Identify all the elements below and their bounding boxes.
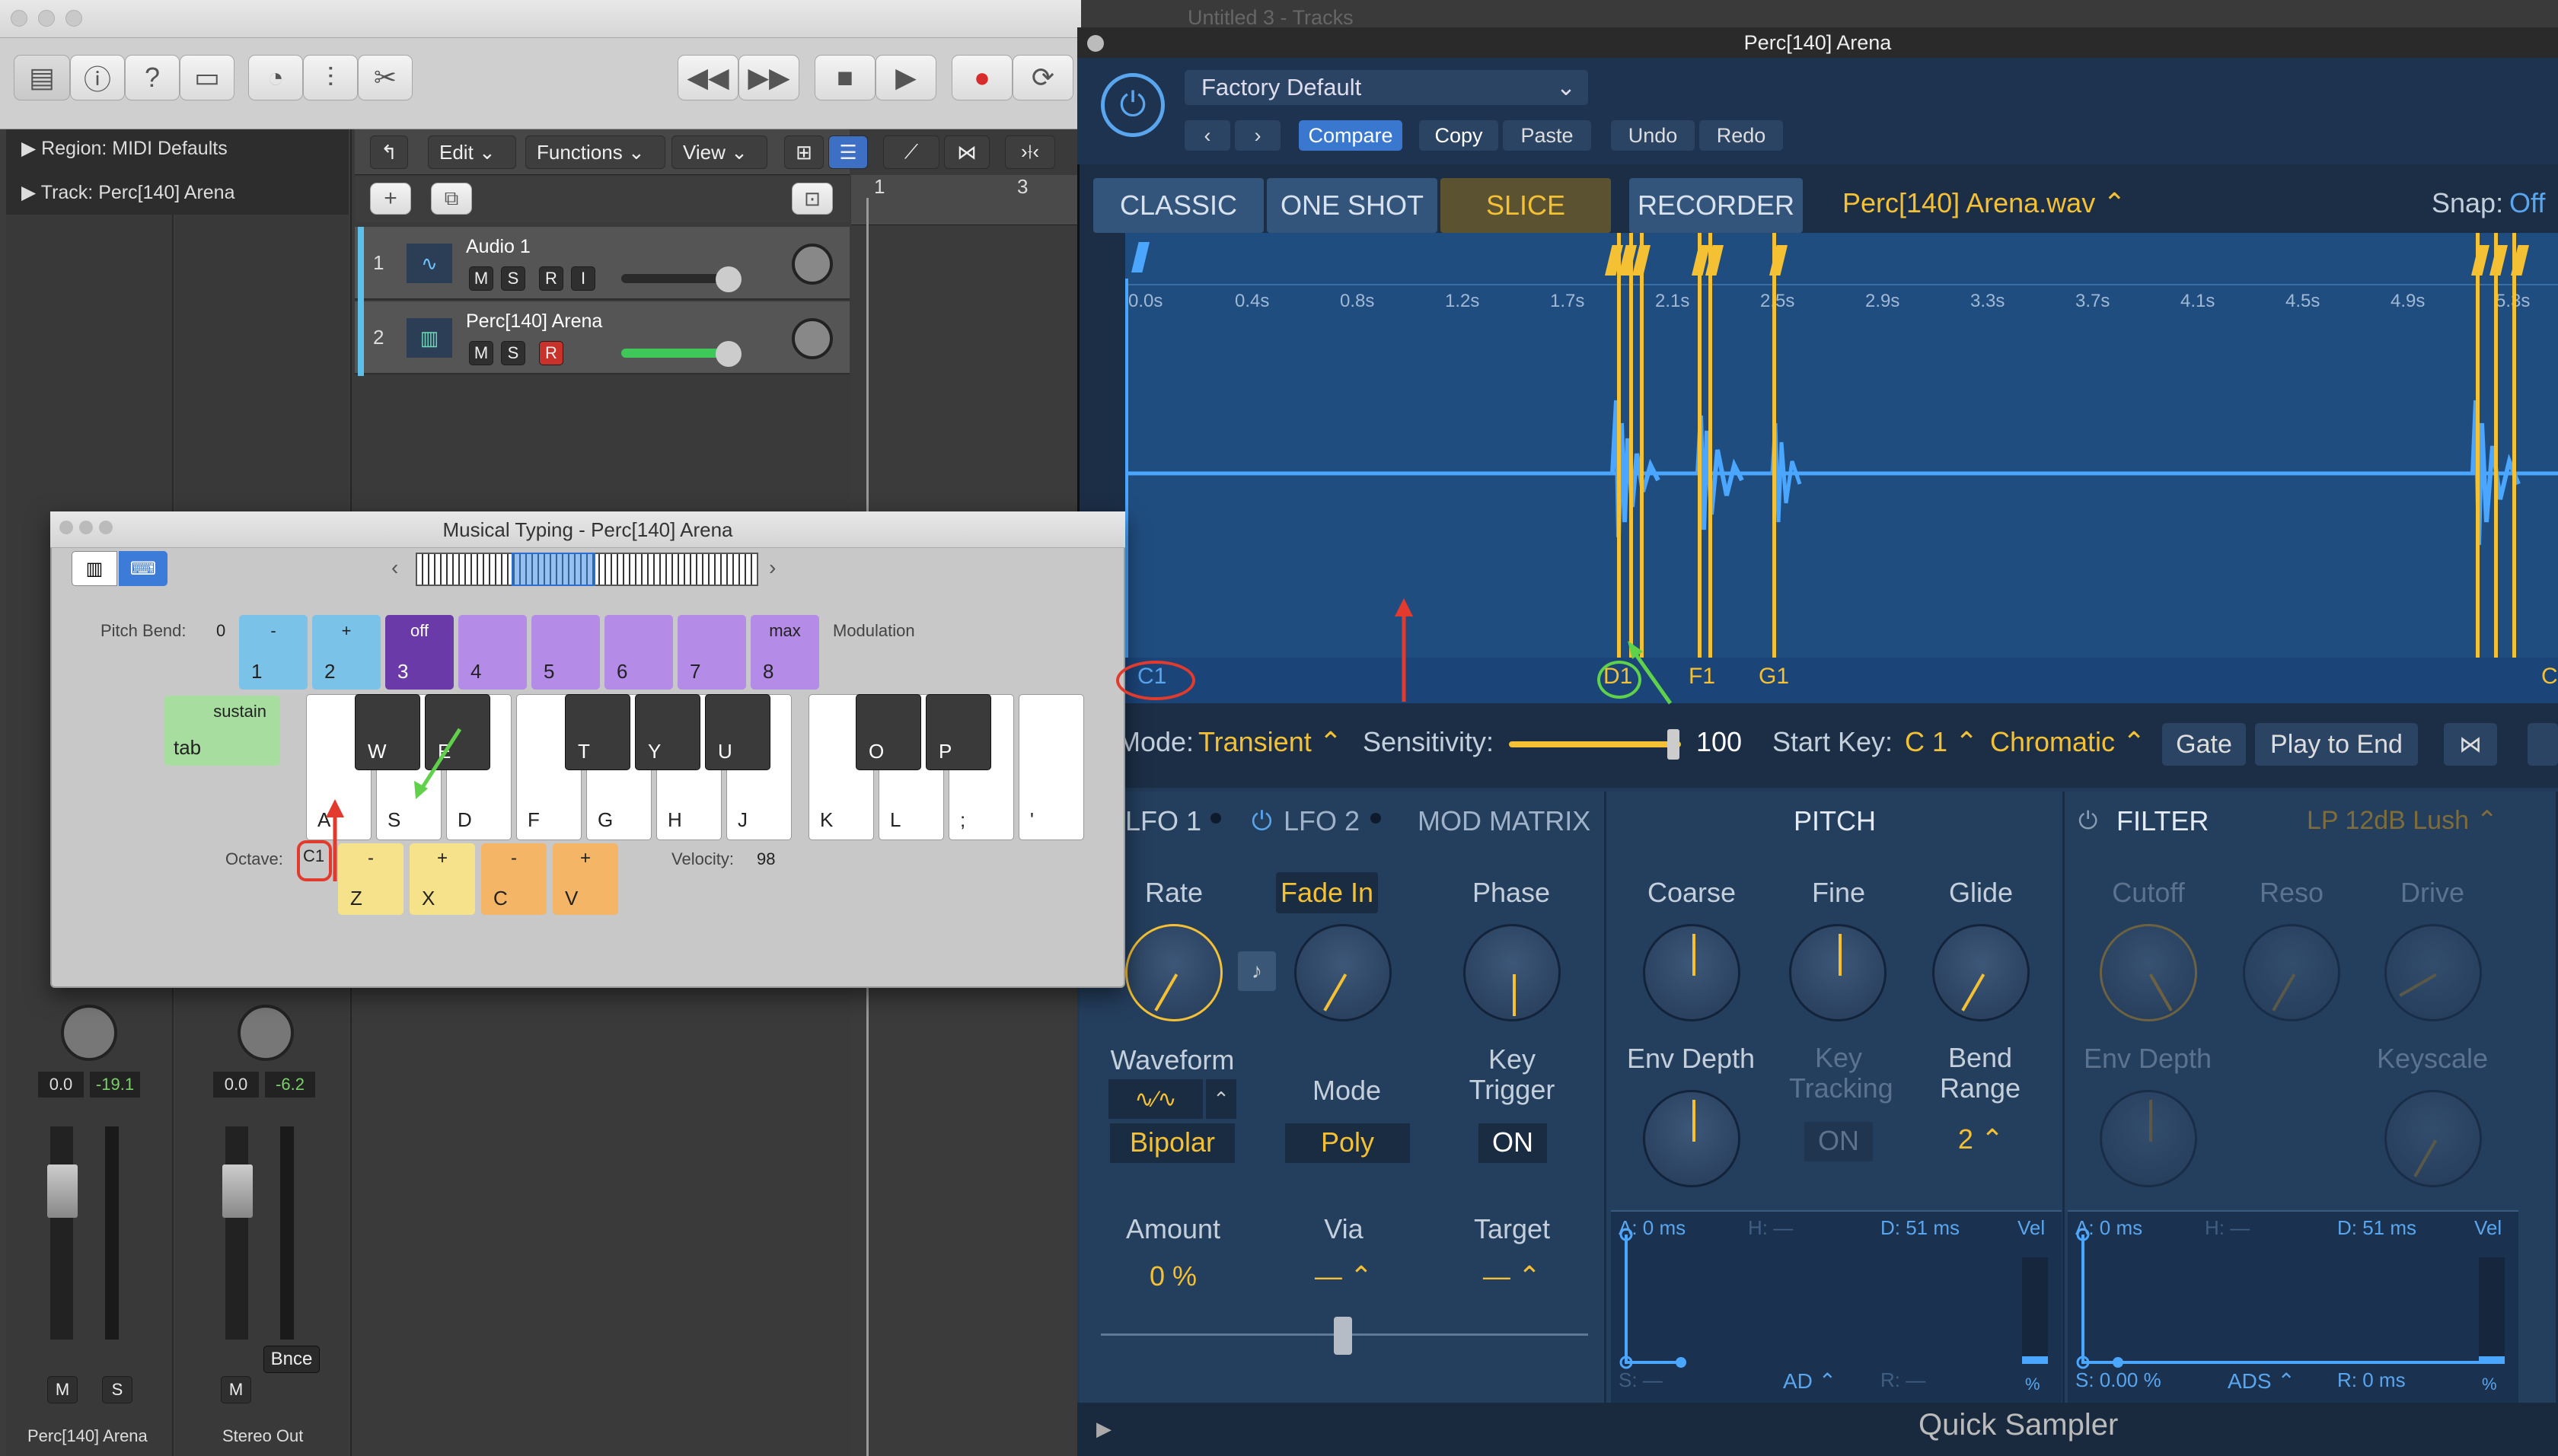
annotation-arrows bbox=[326, 598, 1673, 881]
